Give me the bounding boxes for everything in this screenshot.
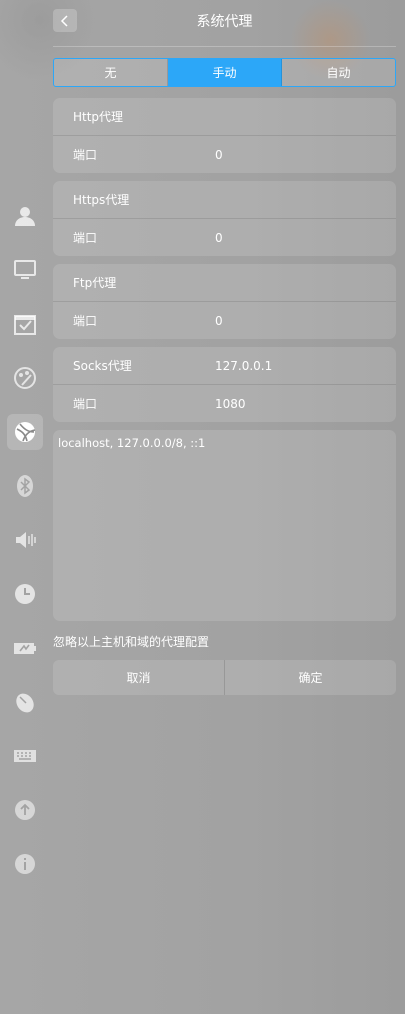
power-icon[interactable] bbox=[7, 630, 43, 666]
http-port-input[interactable]: 0 bbox=[215, 148, 223, 162]
ftp-host-row[interactable]: Ftp代理 bbox=[53, 264, 396, 301]
ftp-port-row[interactable]: 端口 0 bbox=[53, 301, 396, 339]
header-divider bbox=[53, 46, 396, 47]
network-icon[interactable] bbox=[7, 414, 43, 450]
https-proxy-label: Https代理 bbox=[73, 193, 130, 207]
ftp-port-input[interactable]: 0 bbox=[215, 314, 223, 328]
http-proxy-label: Http代理 bbox=[73, 110, 124, 124]
ftp-proxy-group: Ftp代理 端口 0 bbox=[53, 264, 396, 339]
tab-auto[interactable]: 自动 bbox=[282, 59, 395, 86]
tab-none[interactable]: 无 bbox=[54, 59, 168, 86]
account-icon[interactable] bbox=[7, 198, 43, 234]
ftp-port-label: 端口 bbox=[73, 314, 98, 328]
http-proxy-group: Http代理 端口 0 bbox=[53, 98, 396, 173]
ignore-hosts-label: 忽略以上主机和域的代理配置 bbox=[53, 635, 210, 649]
http-host-row[interactable]: Http代理 bbox=[53, 98, 396, 135]
info-icon[interactable] bbox=[7, 846, 43, 882]
cancel-button[interactable]: 取消 bbox=[53, 660, 224, 695]
bluetooth-icon[interactable] bbox=[7, 468, 43, 504]
proxy-mode-selector: 无 手动 自动 bbox=[53, 58, 396, 87]
socks-port-input[interactable]: 1080 bbox=[215, 397, 246, 411]
socks-host-input[interactable]: 127.0.0.1 bbox=[215, 359, 272, 373]
socks-host-row[interactable]: Socks代理 127.0.0.1 bbox=[53, 347, 396, 384]
socks-proxy-label: Socks代理 bbox=[73, 359, 132, 373]
sound-icon[interactable] bbox=[7, 522, 43, 558]
sidebar bbox=[0, 0, 50, 1014]
calendar-icon[interactable] bbox=[7, 306, 43, 342]
confirm-button[interactable]: 确定 bbox=[224, 660, 396, 695]
action-buttons: 取消 确定 bbox=[53, 660, 396, 695]
display-icon[interactable] bbox=[7, 252, 43, 288]
socks-proxy-group: Socks代理 127.0.0.1 端口 1080 bbox=[53, 347, 396, 422]
ignore-hosts-textarea[interactable]: localhost, 127.0.0.0/8, ::1 bbox=[53, 430, 396, 621]
https-port-label: 端口 bbox=[73, 231, 98, 245]
personalization-icon[interactable] bbox=[7, 360, 43, 396]
page-title: 系统代理 bbox=[196, 14, 253, 30]
https-host-row[interactable]: Https代理 bbox=[53, 181, 396, 218]
https-port-input[interactable]: 0 bbox=[215, 231, 223, 245]
socks-port-row[interactable]: 端口 1080 bbox=[53, 384, 396, 422]
tab-manual[interactable]: 手动 bbox=[168, 59, 282, 86]
http-port-row[interactable]: 端口 0 bbox=[53, 135, 396, 173]
socks-port-label: 端口 bbox=[73, 397, 98, 411]
ftp-proxy-label: Ftp代理 bbox=[73, 276, 117, 290]
time-icon[interactable] bbox=[7, 576, 43, 612]
https-proxy-group: Https代理 端口 0 bbox=[53, 181, 396, 256]
mouse-icon[interactable] bbox=[7, 684, 43, 720]
http-port-label: 端口 bbox=[73, 148, 98, 162]
update-icon[interactable] bbox=[7, 792, 43, 828]
https-port-row[interactable]: 端口 0 bbox=[53, 218, 396, 256]
keyboard-icon[interactable] bbox=[7, 738, 43, 774]
